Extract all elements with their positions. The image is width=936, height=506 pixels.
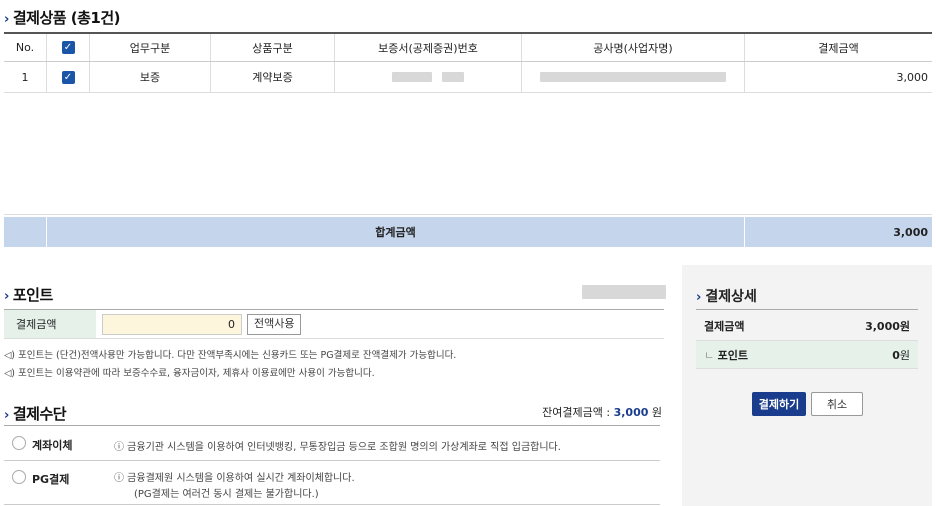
row-work: 보증	[90, 62, 211, 92]
checkbox-row-icon[interactable]: ✓	[61, 70, 75, 84]
points-row: 결제금액 0 전액사용	[4, 309, 664, 339]
methods-title: › 결제수단	[4, 405, 67, 423]
points-input[interactable]: 0	[102, 313, 242, 335]
remaining-amount: 잔여결제금액 : 3,000 원	[542, 406, 662, 419]
chevron-right-icon: ›	[4, 289, 9, 304]
col-certificate: 보증서(공제증권)번호	[335, 34, 522, 61]
row-no: 1	[4, 62, 47, 92]
points-note: ◁) 포인트는 (단건)전액사용만 가능합니다. 다만 잔액부족시에는 신용카드…	[4, 350, 457, 361]
row-amount: 3,000	[896, 70, 929, 84]
points-title: › 포인트	[4, 286, 53, 304]
table-empty-area	[4, 93, 932, 215]
checkbox-all-icon[interactable]: ✓	[61, 41, 75, 54]
table-total-row: 합계금액 3,000	[4, 217, 932, 247]
chevron-right-icon: ›	[4, 12, 9, 27]
method-pg[interactable]: PG결제 ⓘ 금융결제원 시스템을 이용하여 실시간 계좌이체합니다. (PG결…	[4, 461, 660, 505]
detail-title: › 결제상세	[696, 289, 757, 305]
products-title: › 결제상품 (총1건)	[4, 9, 121, 27]
detail-amount-row: 결제금액 3,000원	[704, 319, 910, 333]
radio-pg[interactable]	[12, 470, 26, 484]
speaker-icon: ◁)	[4, 368, 16, 379]
redacted-block	[442, 72, 464, 82]
table-row: 1 ✓ 보증 계약보증 3,000	[4, 62, 932, 93]
use-all-points-button[interactable]: 전액사용	[247, 313, 302, 335]
col-project: 공사명(사업자명)	[522, 34, 745, 61]
products-table: No. ✓ 업무구분 상품구분 보증서(공제증권)번호 공사명(사업자명) 결제…	[4, 32, 932, 247]
method-desc-2: (PG결제는 여러건 동시 결제는 불가합니다.)	[134, 489, 319, 500]
col-no: No.	[4, 34, 47, 61]
row-select[interactable]: ✓	[47, 62, 90, 92]
row-project-redacted	[522, 62, 745, 92]
payment-detail-panel: › 결제상세 결제금액 3,000원 ㄴ 포인트 0원 결제하기 취소	[682, 265, 932, 506]
chevron-right-icon: ›	[4, 408, 9, 423]
method-desc: ⓘ 금융결제원 시스템을 이용하여 실시간 계좌이체합니다.	[114, 473, 355, 484]
col-amount: 결제금액	[818, 41, 859, 55]
method-desc: ⓘ 금융기관 시스템을 이용하여 인터넷뱅킹, 무통장입금 등으로 조합원 명의…	[114, 442, 561, 453]
col-type: 상품구분	[211, 34, 335, 61]
row-type: 계약보증	[211, 62, 335, 92]
detail-point-row: ㄴ 포인트 0원	[696, 340, 918, 369]
method-label: PG결제	[32, 473, 70, 486]
points-note: ◁) 포인트는 이용약관에 따라 보증수수료, 융자금이자, 제휴사 이용료에만…	[4, 368, 375, 379]
method-label: 계좌이체	[32, 439, 73, 452]
speaker-icon: ◁)	[4, 350, 16, 361]
total-label: 합계금액	[47, 217, 745, 247]
divider	[696, 309, 918, 310]
chevron-right-icon: ›	[696, 290, 702, 305]
col-select-all[interactable]: ✓	[47, 34, 90, 61]
sub-item-icon: ㄴ	[704, 348, 718, 362]
pay-button[interactable]: 결제하기	[752, 392, 806, 416]
points-label: 결제금액	[4, 310, 96, 338]
redacted-block	[392, 72, 432, 82]
total-amount: 3,000	[893, 225, 928, 239]
table-header: No. ✓ 업무구분 상품구분 보증서(공제증권)번호 공사명(사업자명) 결제…	[4, 34, 932, 62]
row-certificate-redacted	[335, 62, 522, 92]
redacted-block	[540, 72, 726, 82]
cancel-button[interactable]: 취소	[811, 392, 863, 416]
method-account-transfer[interactable]: 계좌이체 ⓘ 금융기관 시스템을 이용하여 인터넷뱅킹, 무통장입금 등으로 조…	[4, 425, 660, 461]
col-work: 업무구분	[90, 34, 211, 61]
radio-account-transfer[interactable]	[12, 436, 26, 450]
redacted-block	[582, 285, 666, 299]
